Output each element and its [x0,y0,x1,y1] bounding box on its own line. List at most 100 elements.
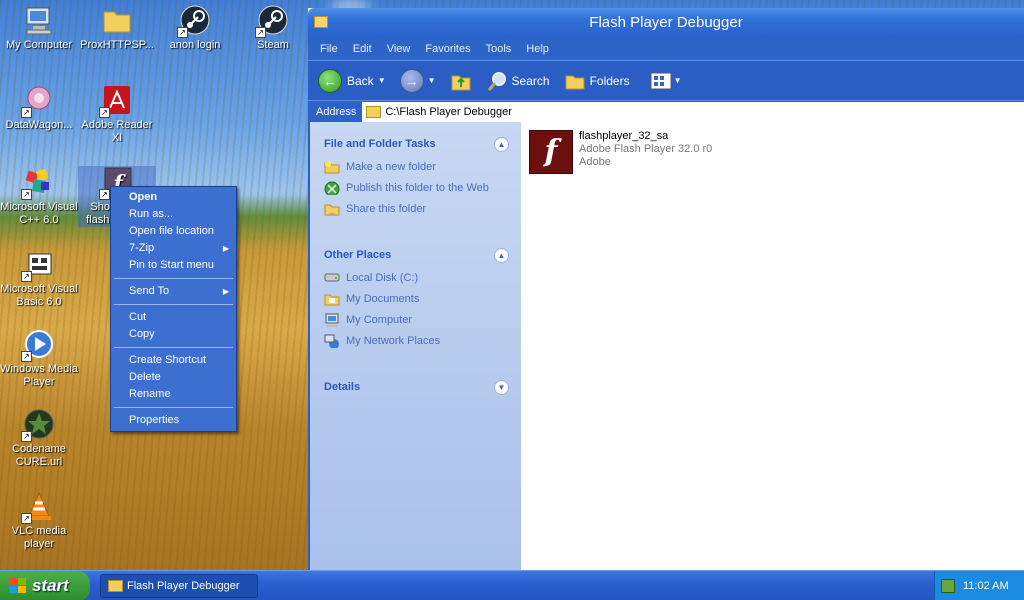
desktop-icon-steam[interactable]: ↗ Steam [234,4,312,52]
other-places-list: Local Disk (C:) My Documents My Computer… [324,265,509,377]
system-tray: 11:02 AM [934,571,1024,600]
menu-item-pin-to-start[interactable]: Pin to Start menu [111,257,236,274]
chevron-down-icon[interactable]: ▼ [494,379,509,395]
menu-item-run-as[interactable]: Run as... [111,206,236,223]
menu-separator [114,304,233,305]
menu-separator [114,407,233,408]
window-body: File and Folder Tasks ▲ Make a new folde… [308,122,1024,570]
place-local-disk[interactable]: Local Disk (C:) [324,271,509,286]
start-button[interactable]: start [0,571,90,600]
task-share-folder[interactable]: Share this folder [324,202,509,217]
menu-item-send-to[interactable]: Send To ▶ [111,283,236,300]
menu-item-copy[interactable]: Copy [111,326,236,343]
menu-help[interactable]: Help [526,43,549,55]
menu-tools[interactable]: Tools [486,43,512,55]
codename-cure-icon: ↗ [21,408,55,442]
chevron-down-icon[interactable]: ▼ [378,76,386,85]
menu-favorites[interactable]: Favorites [425,43,470,55]
vlc-icon: ↗ [21,490,55,524]
up-folder-button[interactable] [450,70,472,92]
shortcut-arrow-icon: ↗ [255,27,266,38]
views-icon [650,72,672,89]
task-pane: File and Folder Tasks ▲ Make a new folde… [308,122,521,570]
desktop-icon-visual-cpp[interactable]: ↗ Microsoft Visual C++ 6.0 [0,166,78,227]
menu-item-7zip[interactable]: 7-Zip ▶ [111,240,236,257]
file-description: Adobe Flash Player 32.0 r0 [579,143,713,155]
task-make-new-folder[interactable]: Make a new folder [324,160,509,175]
computer-icon [325,313,339,327]
taskbar-item-flash-player-debugger[interactable]: Flash Player Debugger [100,574,258,598]
share-folder-icon [324,204,340,216]
desktop-icon-media-player[interactable]: ↗ Windows Media Player [0,328,78,389]
desktop-icon-proxhttpsp[interactable]: ProxHTTPSP... [78,4,156,52]
menu-file[interactable]: File [320,43,338,55]
folder-icon [366,105,382,118]
chevron-up-icon[interactable]: ▲ [494,247,509,263]
task-publish-folder[interactable]: Publish this folder to the Web [324,181,509,196]
new-folder-icon [324,161,340,174]
explorer-window: Flash Player Debugger File Edit View Fav… [308,8,1024,570]
chevron-down-icon[interactable]: ▼ [428,76,436,85]
place-my-computer[interactable]: My Computer [324,313,509,328]
shortcut-arrow-icon: ↗ [21,107,32,118]
folders-button[interactable]: Folders [564,71,630,91]
place-my-network[interactable]: My Network Places [324,334,509,349]
documents-folder-icon [324,294,340,306]
window-titlebar[interactable]: Flash Player Debugger [308,8,1024,38]
steam-icon: ↗ [177,4,211,38]
file-company: Adobe [579,156,611,168]
search-button[interactable]: Search [486,70,550,92]
panel-header-file-tasks[interactable]: File and Folder Tasks ▲ [324,134,509,154]
folder-icon [108,580,123,592]
desktop-icon-codename-cure[interactable]: ↗ Codename CURE.url [0,408,78,469]
media-player-icon: ↗ [21,328,55,362]
visual-cpp-icon: ↗ [21,166,55,200]
menu-view[interactable]: View [387,43,411,55]
menu-item-open-file-location[interactable]: Open file location [111,223,236,240]
back-arrow-icon: ← [318,68,342,93]
folder-icon [101,4,133,36]
place-my-documents[interactable]: My Documents [324,292,509,307]
search-icon [487,71,506,91]
menu-bar: File Edit View Favorites Tools Help [308,38,1024,60]
menu-item-rename[interactable]: Rename [111,386,236,403]
menu-item-properties[interactable]: Properties [111,412,236,429]
clock[interactable]: 11:02 AM [963,580,1009,592]
panel-header-details[interactable]: Details ▼ [324,377,509,397]
desktop-icon-my-computer[interactable]: My Computer [0,4,78,52]
desktop-icon-vlc[interactable]: ↗ VLC media player [0,490,78,551]
desktop-icon-anon-login[interactable]: ↗ anon login [156,4,234,52]
desktop-icon-visual-basic[interactable]: ↗ Microsoft Visual Basic 6.0 [0,248,78,309]
toolbar: ← Back ▼ → ▼ Search Folders ▼ [308,60,1024,100]
desktop-icon-adobe-reader[interactable]: ↗ Adobe Reader XI [78,84,156,145]
flash-player-icon: f [529,130,573,174]
chevron-up-icon[interactable]: ▲ [494,136,509,152]
file-tasks-list: Make a new folder Publish this folder to… [324,154,509,245]
datawagon-icon: ↗ [21,84,55,118]
taskbar: start Flash Player Debugger 11:02 AM [0,570,1024,600]
submenu-arrow-icon: ▶ [222,287,229,296]
shortcut-arrow-icon: ↗ [21,271,32,282]
back-button[interactable]: ← Back ▼ [318,68,392,93]
network-tray-icon[interactable] [941,579,955,593]
menu-item-delete[interactable]: Delete [111,369,236,386]
computer-icon [23,4,55,36]
desktop-icon-datawagon[interactable]: ↗ DataWagon... [0,84,78,132]
chevron-down-icon[interactable]: ▼ [674,76,682,85]
panel-header-other-places[interactable]: Other Places ▲ [324,245,509,265]
menu-item-open[interactable]: Open [111,189,236,206]
network-icon [324,334,339,348]
views-button[interactable]: ▼ [650,72,688,90]
menu-item-create-shortcut[interactable]: Create Shortcut [111,352,236,369]
forward-arrow-icon: → [399,68,424,93]
forward-button[interactable]: → ▼ [399,68,442,93]
file-list: f flashplayer_32_sa Adobe Flash Player 3… [521,122,1024,570]
menu-edit[interactable]: Edit [353,43,372,55]
shortcut-arrow-icon: ↗ [99,189,110,200]
address-input[interactable]: C:\Flash Player Debugger [362,101,1024,122]
file-item[interactable]: f flashplayer_32_sa Adobe Flash Player 3… [529,130,712,174]
menu-item-cut[interactable]: Cut [111,309,236,326]
context-menu: Open Run as... Open file location 7-Zip ▶… [110,186,237,432]
menu-separator [114,347,233,348]
address-bar: Address C:\Flash Player Debugger [308,100,1024,122]
